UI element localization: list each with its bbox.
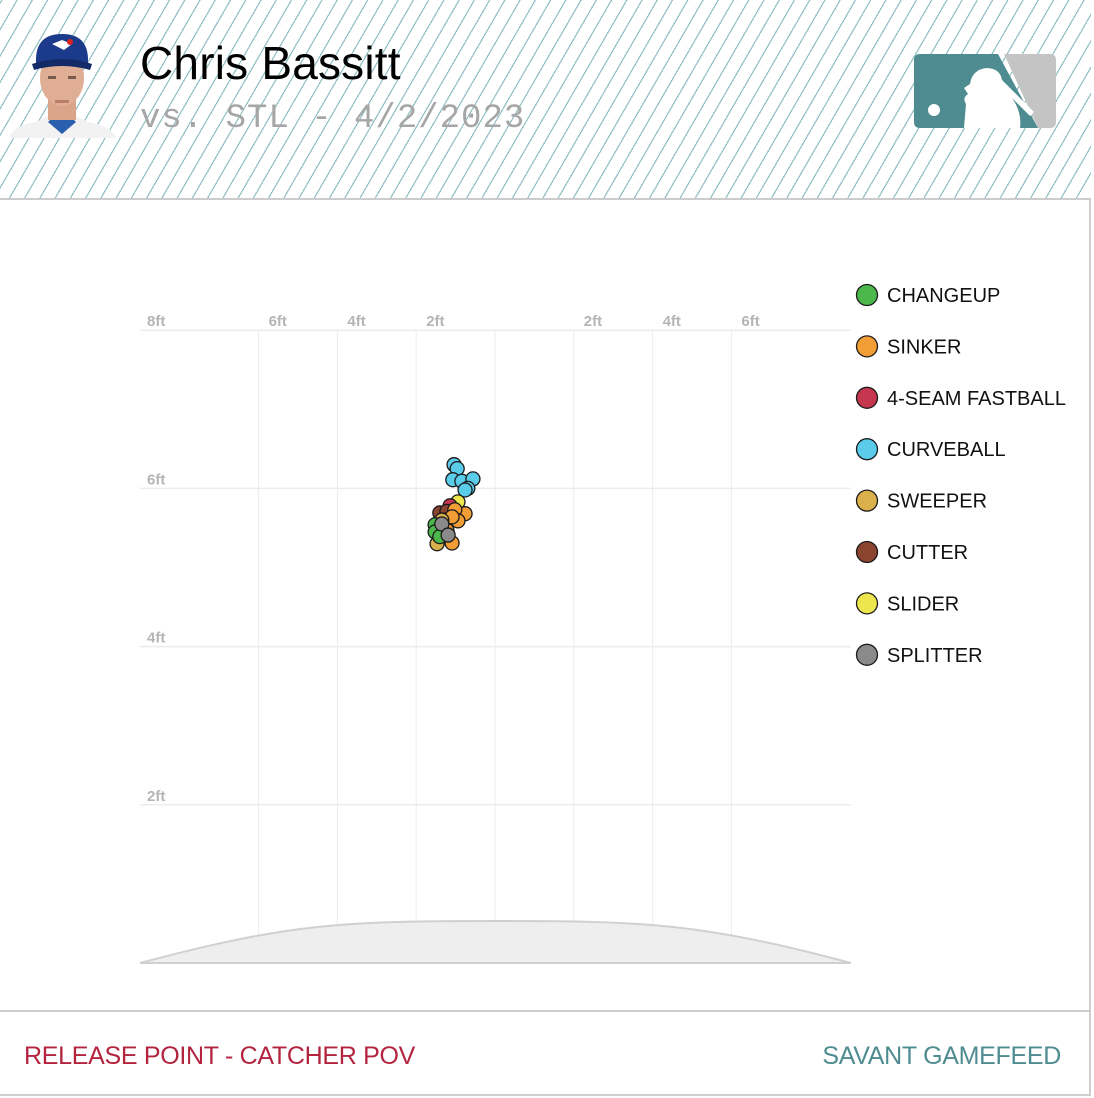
legend-item-sweeper[interactable]: SWEEPER	[855, 489, 988, 513]
legend-swatch	[855, 283, 879, 307]
pitchers-mound	[139, 919, 852, 964]
x-tick-label: 4ft	[663, 313, 681, 330]
legend-swatch	[855, 438, 879, 461]
release-point-chart: 6ft 4ft 2ft 2ft 4ft 6ft 8ft 6ft 4ft 2ft CHANGEUP S…	[139, 283, 1066, 964]
x-tick-label: 6ft	[741, 313, 759, 330]
savant-gamefeed-link[interactable]: SAVANT GAMEFEED	[822, 1042, 1061, 1071]
grid-layer	[140, 329, 851, 943]
chart-type-label: RELEASE POINT - CATCHER POV	[24, 1042, 416, 1070]
legend-item-4-seam-fastball[interactable]: 4-SEAM FASTBALL	[855, 386, 1066, 410]
legend-label: CUTTER	[887, 542, 968, 564]
legend-item-cutter[interactable]: CUTTER	[855, 540, 969, 565]
legend-swatch	[855, 643, 879, 666]
legend-item-changeup[interactable]: CHANGEUP	[855, 283, 1001, 308]
footer: RELEASE POINT - CATCHER POV SAVANT GAMEF…	[0, 1010, 1091, 1096]
legend-item-sinker[interactable]: SINKER	[855, 335, 962, 359]
y-tick-label: 2ft	[147, 788, 165, 805]
player-name: Chris Bassitt	[140, 37, 401, 89]
legend-item-splitter[interactable]: SPLITTER	[855, 643, 983, 667]
legend-item-curveball[interactable]: CURVEBALL	[855, 438, 1006, 462]
x-tick-label: 2ft	[584, 313, 602, 330]
x-tick-label: 4ft	[347, 313, 365, 330]
legend-label: CHANGEUP	[887, 285, 1000, 307]
header: Chris Bassitt vs. STL - 4/2/2023	[0, 0, 1091, 200]
pitch-points	[427, 457, 481, 552]
legend: CHANGEUP SINKER 4-SEAM FASTBALL CURVEBALL SW…	[855, 283, 1066, 667]
legend-label: SPLITTER	[887, 645, 983, 667]
legend-label: SLIDER	[887, 593, 959, 615]
axis-labels: 6ft 4ft 2ft 2ft 4ft 6ft 8ft 6ft 4ft 2ft	[147, 313, 760, 805]
y-tick-label: 4ft	[147, 630, 165, 647]
mlb-logo-icon	[914, 54, 1056, 128]
y-tick-label: 6ft	[147, 471, 165, 488]
legend-label: SWEEPER	[887, 491, 987, 513]
legend-label: SINKER	[887, 336, 961, 358]
legend-swatch	[855, 540, 879, 564]
legend-swatch	[855, 386, 879, 409]
legend-swatch	[855, 592, 879, 615]
legend-item-slider[interactable]: SLIDER	[855, 592, 960, 616]
x-tick-label: 6ft	[269, 313, 287, 330]
legend-label: 4-SEAM FASTBALL	[887, 388, 1066, 410]
player-photo	[10, 34, 116, 138]
mound-layer	[139, 919, 852, 964]
legend-swatch	[855, 489, 879, 512]
y-tick-label: 8ft	[147, 313, 165, 330]
legend-label: CURVEBALL	[887, 439, 1006, 461]
x-tick-label: 2ft	[426, 313, 444, 330]
pitch-point-splitter[interactable]	[440, 527, 456, 543]
game-info: vs. STL - 4/2/2023	[140, 100, 526, 138]
legend-swatch	[855, 335, 879, 358]
